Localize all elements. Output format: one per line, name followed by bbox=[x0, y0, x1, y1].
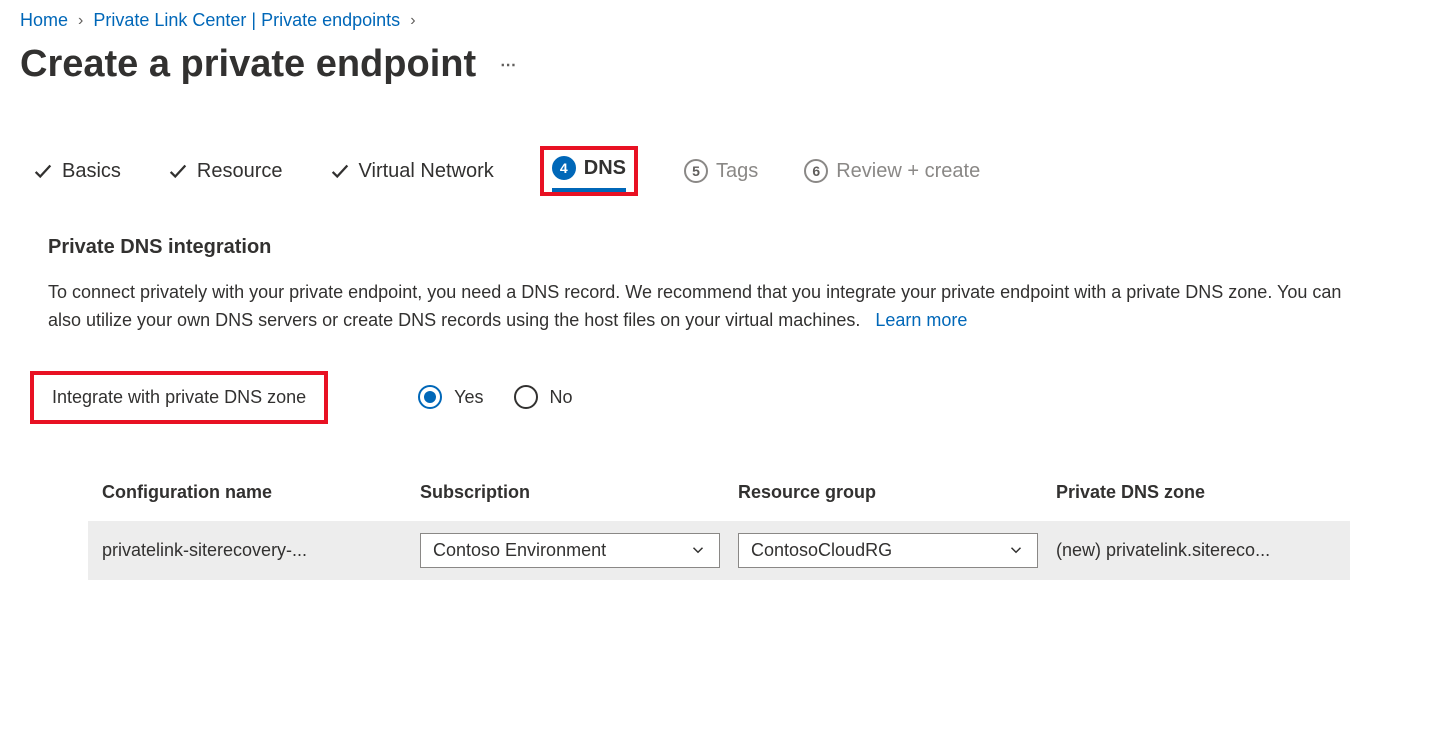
resource-group-select-value: ContosoCloudRG bbox=[751, 540, 892, 561]
radio-dot-icon bbox=[424, 391, 436, 403]
table-row: privatelink-siterecovery-... Contoso Env… bbox=[88, 521, 1350, 580]
highlight-dns-tab: 4 DNS bbox=[540, 146, 638, 196]
chevron-down-icon bbox=[1007, 541, 1025, 559]
chevron-down-icon bbox=[689, 541, 707, 559]
radio-yes[interactable]: Yes bbox=[418, 385, 483, 409]
check-icon bbox=[32, 160, 54, 182]
page-title: Create a private endpoint bbox=[20, 43, 476, 86]
tab-virtual-network[interactable]: Virtual Network bbox=[329, 160, 494, 183]
dns-section: Private DNS integration To connect priva… bbox=[20, 236, 1350, 580]
integrate-dns-label: Integrate with private DNS zone bbox=[52, 387, 306, 407]
tab-tags-number: 5 bbox=[684, 159, 708, 183]
radio-yes-label: Yes bbox=[454, 387, 483, 408]
subscription-select[interactable]: Contoso Environment bbox=[420, 533, 720, 568]
chevron-right-icon: › bbox=[410, 12, 415, 30]
more-actions-icon[interactable]: ⋯ bbox=[500, 55, 518, 75]
radio-circle-icon bbox=[418, 385, 442, 409]
resource-group-select[interactable]: ContosoCloudRG bbox=[738, 533, 1038, 568]
dns-config-table: Configuration name Subscription Resource… bbox=[88, 464, 1350, 580]
tab-dns[interactable]: 4 DNS bbox=[552, 156, 626, 192]
radio-circle-icon bbox=[514, 385, 538, 409]
dns-section-heading: Private DNS integration bbox=[48, 236, 1350, 259]
table-header-row: Configuration name Subscription Resource… bbox=[88, 464, 1350, 521]
tab-dns-label: DNS bbox=[584, 157, 626, 180]
learn-more-link[interactable]: Learn more bbox=[875, 310, 967, 330]
radio-no[interactable]: No bbox=[514, 385, 573, 409]
tab-vnet-label: Virtual Network bbox=[359, 160, 494, 183]
page-title-row: Create a private endpoint ⋯ bbox=[20, 43, 1430, 86]
tab-basics[interactable]: Basics bbox=[32, 160, 121, 183]
cell-dns-zone: (new) privatelink.sitereco... bbox=[1056, 540, 1356, 561]
tab-review-number: 6 bbox=[804, 159, 828, 183]
breadcrumb-private-link-center[interactable]: Private Link Center | Private endpoints bbox=[93, 10, 400, 31]
breadcrumb-home[interactable]: Home bbox=[20, 10, 68, 31]
col-config-name: Configuration name bbox=[102, 482, 402, 503]
tab-basics-label: Basics bbox=[62, 160, 121, 183]
wizard-tabs: Basics Resource Virtual Network 4 DNS 5 … bbox=[32, 146, 1430, 196]
col-subscription: Subscription bbox=[420, 482, 720, 503]
radio-no-label: No bbox=[550, 387, 573, 408]
chevron-right-icon: › bbox=[78, 12, 83, 30]
breadcrumb: Home › Private Link Center | Private end… bbox=[20, 10, 1430, 31]
check-icon bbox=[167, 160, 189, 182]
tab-tags-label: Tags bbox=[716, 160, 758, 183]
tab-review-create[interactable]: 6 Review + create bbox=[804, 159, 980, 183]
dns-section-description: To connect privately with your private e… bbox=[48, 279, 1350, 335]
integrate-dns-radio-group: Yes No bbox=[418, 385, 572, 409]
integrate-dns-field: Integrate with private DNS zone Yes No bbox=[48, 371, 1350, 424]
tab-dns-number: 4 bbox=[552, 156, 576, 180]
dns-description-text: To connect privately with your private e… bbox=[48, 282, 1341, 330]
tab-resource-label: Resource bbox=[197, 160, 283, 183]
tab-tags[interactable]: 5 Tags bbox=[684, 159, 758, 183]
col-dns-zone: Private DNS zone bbox=[1056, 482, 1356, 503]
check-icon bbox=[329, 160, 351, 182]
cell-config-name: privatelink-siterecovery-... bbox=[102, 540, 402, 561]
tab-review-label: Review + create bbox=[836, 160, 980, 183]
subscription-select-value: Contoso Environment bbox=[433, 540, 606, 561]
col-resource-group: Resource group bbox=[738, 482, 1038, 503]
tab-resource[interactable]: Resource bbox=[167, 160, 283, 183]
highlight-integrate-label: Integrate with private DNS zone bbox=[30, 371, 328, 424]
